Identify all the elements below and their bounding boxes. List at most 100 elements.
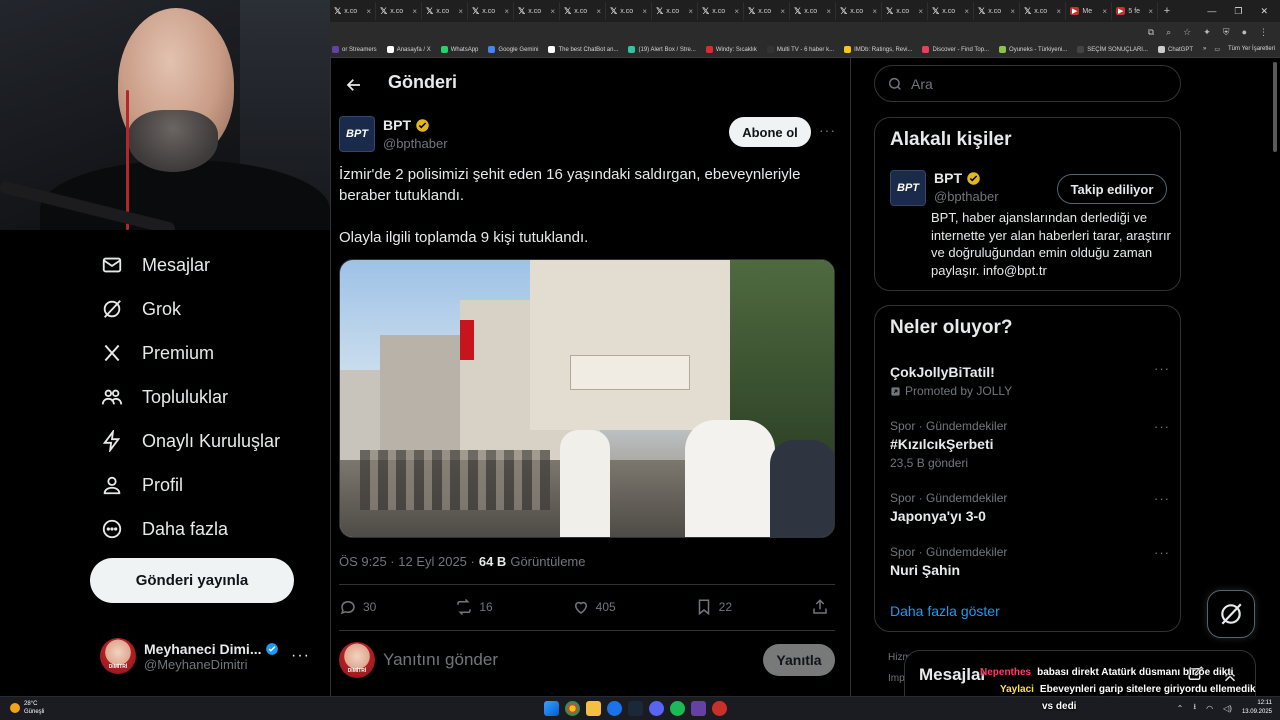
shield-icon[interactable]: ⛨ (1223, 27, 1230, 38)
bookmark-item[interactable]: Windy: Sıcaklık (705, 46, 757, 53)
search-input[interactable] (911, 75, 1151, 92)
share-action[interactable] (811, 598, 829, 616)
trend-item[interactable]: Spor · Gündemdekiler #KızılcıkŞerbeti 23… (890, 419, 1170, 470)
browser-tab[interactable]: 𝕏x.co × (422, 2, 468, 20)
menu-kebab-icon[interactable]: ⋮ (1259, 27, 1268, 38)
bookmark-item[interactable]: The best ChatBot an... (548, 46, 618, 53)
browser-tab[interactable]: 𝕏x.co × (698, 2, 744, 20)
account-switcher[interactable]: DİMİTRİ Meyhaneci Dimi... @MeyhaneDimitr… (100, 634, 310, 678)
more-horizontal-icon[interactable]: ··· (1154, 545, 1170, 560)
browser-tab[interactable]: ▶ Me × (1066, 2, 1112, 20)
nav-item-topluluklar[interactable]: Topluluklar (100, 384, 228, 410)
browser-tab[interactable]: 𝕏x.co × (652, 2, 698, 20)
browser-tab[interactable]: 𝕏x.co × (974, 2, 1020, 20)
minimize-icon[interactable]: — (1207, 6, 1216, 17)
bookmark-item[interactable]: or Streamers (332, 46, 377, 53)
more-horizontal-icon[interactable]: ··· (819, 122, 836, 138)
app-icon[interactable] (712, 701, 727, 716)
close-icon[interactable]: ✕ (1260, 6, 1268, 17)
new-tab-icon[interactable]: + (1158, 5, 1176, 17)
reply-input[interactable] (383, 650, 743, 670)
avatar[interactable]: BPT (339, 116, 375, 152)
spotify-icon[interactable] (670, 701, 685, 716)
search-bar[interactable] (874, 65, 1181, 102)
browser-tab[interactable]: 𝕏x.co × (836, 2, 882, 20)
browser-tab[interactable]: 𝕏x.co × (790, 2, 836, 20)
following-button[interactable]: Takip ediliyor (1057, 174, 1167, 204)
more-horizontal-icon[interactable]: ··· (1154, 491, 1170, 506)
post-image[interactable] (339, 259, 835, 538)
bookmark-item[interactable]: ChatGPT (1157, 46, 1193, 53)
steam-icon[interactable] (628, 701, 643, 716)
post-timestamp[interactable]: ÖS 9:25 · 12 Eyl 2025 · (339, 554, 475, 569)
more-horizontal-icon[interactable]: ··· (291, 647, 310, 665)
close-icon[interactable]: × (366, 7, 371, 16)
browser-tab[interactable]: 𝕏x.co × (514, 2, 560, 20)
like-action[interactable]: 405 (572, 598, 616, 616)
bookmark-item[interactable]: Anasayfa / X (386, 46, 431, 53)
related-display-name[interactable]: BPT (934, 170, 962, 186)
close-icon[interactable]: × (1010, 7, 1015, 16)
grok-floating-button[interactable] (1207, 590, 1255, 638)
related-username[interactable]: @bpthaber (934, 189, 999, 204)
zoom-icon[interactable]: ⌕ (1166, 27, 1171, 38)
close-icon[interactable]: × (1148, 7, 1153, 16)
close-icon[interactable]: × (780, 7, 785, 16)
close-icon[interactable]: × (964, 7, 969, 16)
install-app-icon[interactable]: ⧉ (1148, 27, 1154, 38)
bookmark-item[interactable]: IMDb: Ratings, Revi... (844, 46, 912, 53)
bookmark-star-icon[interactable]: ☆ (1183, 27, 1191, 38)
bookmark-item[interactable]: (19) Alert Box / Stre... (628, 46, 696, 53)
nav-item-daha-fazla[interactable]: Daha fazla (100, 516, 228, 542)
subscribe-button[interactable]: Abone ol (729, 117, 811, 147)
browser-tab[interactable]: 𝕏x.co × (882, 2, 928, 20)
back-button[interactable] (339, 70, 369, 100)
reply-action[interactable]: 30 (339, 598, 376, 616)
close-icon[interactable]: × (458, 7, 463, 16)
page-scrollbar[interactable] (1272, 60, 1278, 696)
close-icon[interactable]: × (1056, 7, 1061, 16)
profile-icon[interactable]: ● (1242, 27, 1247, 37)
chrome-icon[interactable] (565, 701, 580, 716)
bookmark-item[interactable]: Google Gemini (488, 46, 538, 53)
browser-tab[interactable]: 𝕏x.co × (560, 2, 606, 20)
more-horizontal-icon[interactable]: ··· (1154, 419, 1170, 434)
close-icon[interactable]: × (596, 7, 601, 16)
nav-item-profil[interactable]: Profil (100, 472, 183, 498)
post-button[interactable]: Gönderi yayınla (90, 558, 294, 603)
bookmark-item[interactable]: SEÇİM SONUÇLARI... (1077, 46, 1148, 53)
avatar[interactable]: BPT (890, 170, 926, 206)
browser-tab[interactable]: 𝕏x.co × (744, 2, 790, 20)
reply-button[interactable]: Yanıtla (763, 644, 835, 676)
bookmark-action[interactable]: 22 (695, 598, 732, 616)
browser-tab[interactable]: ▶ 5 fe × (1112, 2, 1158, 20)
windows-start-icon[interactable] (544, 701, 559, 716)
browser-tab[interactable]: 𝕏x.co × (606, 2, 652, 20)
twitch-icon[interactable] (691, 701, 706, 716)
more-horizontal-icon[interactable]: ··· (1154, 361, 1170, 376)
trend-item[interactable]: ÇokJollyBiTatil! Promoted by JOLLY ··· (890, 361, 1170, 398)
bookmark-item[interactable]: Oyuneks - Türkiyeni... (999, 46, 1067, 53)
bookmark-item[interactable]: WhatsApp (440, 46, 478, 53)
browser-tab[interactable]: 𝕏x.co × (330, 2, 376, 20)
footer-link-peek[interactable]: Imp (888, 673, 905, 684)
extensions-icon[interactable]: ✦ (1203, 27, 1211, 38)
author-display-name[interactable]: BPT (383, 117, 411, 133)
chevron-right-icon[interactable]: » (1203, 46, 1206, 53)
related-user[interactable]: BPT BPT @bpthaber (890, 170, 999, 206)
browser-tab[interactable]: 𝕏x.co × (376, 2, 422, 20)
close-icon[interactable]: × (504, 7, 509, 16)
nav-item-onayli-kuruluslar[interactable]: Onaylı Kuruluşlar (100, 428, 280, 454)
close-icon[interactable]: × (550, 7, 555, 16)
bookmark-item[interactable]: Discover - Find Top... (922, 46, 989, 53)
show-more-link[interactable]: Daha fazla göster (890, 603, 1000, 619)
close-icon[interactable]: × (642, 7, 647, 16)
all-bookmarks-label[interactable]: Tüm Yer İşaretleri (1228, 46, 1275, 53)
trend-item[interactable]: Spor · Gündemdekiler Nuri Şahin ··· (890, 545, 1170, 578)
close-icon[interactable]: × (1102, 7, 1107, 16)
nav-item-premium[interactable]: Premium (100, 340, 214, 366)
browser-tab[interactable]: 𝕏x.co × (1020, 2, 1066, 20)
post-author[interactable]: BPT BPT @bpthaber (339, 116, 448, 152)
browser-tab[interactable]: 𝕏x.co × (468, 2, 514, 20)
close-icon[interactable]: × (734, 7, 739, 16)
